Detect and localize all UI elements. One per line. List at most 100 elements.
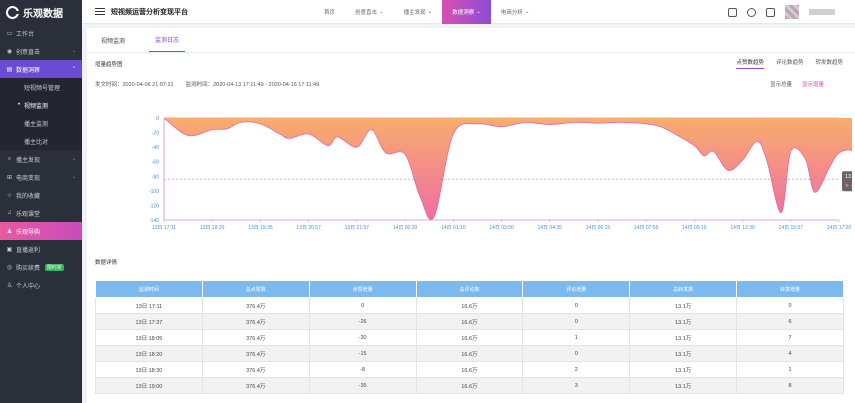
star-icon: ☆ [6,192,13,199]
col-total-likes[interactable]: 总点赞数 [201,280,310,298]
topnav-label: 播主发现 [403,10,426,16]
table-row: 13日 18:20 376.4万 -15 16.6万 0 13.1万 4 [95,345,844,362]
brand-name: 乐观数据 [23,8,63,20]
table-cell: 13日 19:00 [95,377,203,394]
eye-icon: ◎ [6,264,13,271]
brand-logo[interactable]: 乐观数据 [0,0,82,24]
table-cell: 13.1万 [629,377,738,394]
topnav-ecommerce[interactable]: 电商分析 ⌄ [491,0,540,24]
chevron-down-icon: ⌄ [379,9,384,15]
sidebar-item-label: 电商变现 [16,175,41,182]
sidebar-item-label: 创意直击 [16,49,41,56]
metric-tab-shares[interactable]: 转发数趋势 [815,58,843,69]
chevron-down-icon: ⌄ [476,9,481,15]
table-cell: 376.4万 [201,329,310,346]
person-icon: ♙ [6,282,13,289]
table-row: 13日 18:05 376.4万 -30 16.6万 1 13.1万 7 [95,329,844,346]
user-icon: ♟ [6,228,13,235]
table-cell: 13日 17:11 [95,297,203,314]
sidebar-item-label: 直播返利 [16,247,41,254]
table-cell: 376.4万 [201,313,310,330]
increment-area-chart[interactable]: 0 -20 -40 -60 -80 -100 -120 -14013日 17:11 13日 18… [147,108,852,243]
chevron-down-icon: ⌄ [71,48,76,54]
sidebar-item-video-monitor[interactable]: 视频监测 [0,96,82,114]
table-cell: 6 [736,313,844,330]
x-tick-label: 13日 21:57 [345,225,370,231]
table-cell: 376.4万 [201,361,310,378]
avatar[interactable] [785,5,799,19]
notification-icon[interactable] [766,7,775,17]
table-cell: 1 [736,361,844,378]
tab-video-monitor[interactable]: 视频监测 [95,36,131,52]
sidebar-item-classroom[interactable]: ♫ 乐观课堂 [0,204,82,222]
sidebar-item-creator-discover[interactable]: ⌕ 播主发现 ⌄ [0,150,82,168]
metric-tab-likes[interactable]: 点赞数趋势 [736,58,764,69]
col-monitor-time[interactable]: 监测时间 [95,280,203,298]
username-blurred[interactable] [809,9,835,15]
table-cell: 13日 18:20 [95,345,203,362]
sidebar-item-profile[interactable]: ♙ 个人中心 [0,276,82,294]
top-right-tools [728,0,835,24]
metric-tab-comments[interactable]: 评论数趋势 [776,58,804,69]
topnav-creator-discover[interactable]: 播主发现 ⌄ [394,0,443,24]
table-cell: -26 [308,313,417,330]
x-tick-label: 14日 01:10 [441,225,466,231]
bag-icon: ▣ [6,246,13,253]
table-cell: 8 [736,377,844,394]
x-tick-label: 13日 17:11 [152,225,176,231]
sidebar-item-ecommerce[interactable]: ⊞ 电商变现 ⌄ [0,168,82,186]
table-cell: 13.1万 [629,361,738,378]
publish-time: 发文时间：2020-04-06 21:07:31 [95,82,174,88]
sidebar-item-data-insight[interactable]: ▤ 数据洞察 ⌃ [0,60,82,78]
col-total-shares[interactable]: 总转发数 [629,280,738,298]
table-cell: 4 [736,345,844,362]
menu-toggle-icon[interactable] [95,8,105,15]
x-tick-label: 14日 07:55 [634,225,659,231]
sidebar-item-creative[interactable]: ◉ 创意直击 ⌄ [0,42,82,60]
show-total-toggle[interactable]: 显示总量 [770,80,792,88]
chevron-down-icon: ⌄ [427,9,433,15]
sidebar-item-live-rebate[interactable]: ▣ 直播返利 [0,240,82,258]
table-cell: 0 [308,297,417,314]
sidebar-item-label: 工作台 [16,31,35,38]
table-cell: 13.1万 [629,329,738,346]
y-tick-label: -80 [152,174,159,180]
sidebar-item-creator-compare[interactable]: 播主比对 [0,132,82,150]
sidebar-item-shopping-guide[interactable]: ♟ 乐观导购 [0,222,82,240]
fullscreen-icon[interactable] [728,7,737,17]
logo-mark-icon [6,5,19,19]
chart-meta: 发文时间：2020-04-06 21:07:31 监测时间：2020-04-13… [95,80,319,88]
table-cell: 16.6万 [415,345,524,362]
tab-monitor-log[interactable]: 监测日志 [149,35,186,52]
y-tick-label: -40 [152,145,159,151]
main-panel: 视频监测 监测日志 增量趋势图 点赞数趋势 评论数趋势 转发数趋势 发文时间：2… [87,28,855,403]
table-cell: 16.6万 [415,377,524,394]
y-tick-label: 0 [156,116,159,122]
col-share-increment[interactable]: 转发增量 [736,280,844,298]
monitor-time: 监测时间：2020-04-13 17:11:49 - 2020-04-16 17… [185,82,320,88]
col-comment-increment[interactable]: 评论增量 [522,280,631,298]
view-toggle: 显示总量 显示增量 [770,80,824,88]
sidebar-item-purchase[interactable]: ◎ 购买续费 限时折 [0,258,82,276]
sidebar-item-favorites[interactable]: ☆ 我的收藏 [0,186,82,204]
topnav-label: 电商分析 [500,10,523,16]
sidebar-item-creator-monitor[interactable]: 播主监测 [0,114,82,132]
topnav-home[interactable]: 首页 [314,0,345,24]
message-icon[interactable] [747,7,756,17]
table-cell: 2 [522,361,631,378]
series-area [164,118,852,220]
show-increment-toggle[interactable]: 显示增量 [802,80,824,88]
table-row: 13日 17:11 376.4万 0 16.6万 0 13.1万 0 [95,297,844,314]
table-cell: 1 [522,329,631,346]
col-total-comments[interactable]: 总评论数 [415,280,524,298]
x-tick-label: 14日 00:20 [393,225,418,231]
col-like-increment[interactable]: 点赞增量 [308,280,417,298]
sidebar-item-workbench[interactable]: ▭ 工作台 [0,24,82,42]
tooltip-value: -30 [851,183,852,189]
topnav-data-insight[interactable]: 数据洞察 ⌄ [442,0,491,24]
cart-icon: ⊞ [6,174,13,181]
table-cell: 13日 18:30 [95,361,203,378]
x-tick-label: 14日 15:07 [779,225,804,231]
topnav-creative[interactable]: 创意直击 ⌄ [345,0,394,24]
sidebar-item-account-manage[interactable]: 短视频号管理 [0,78,82,96]
